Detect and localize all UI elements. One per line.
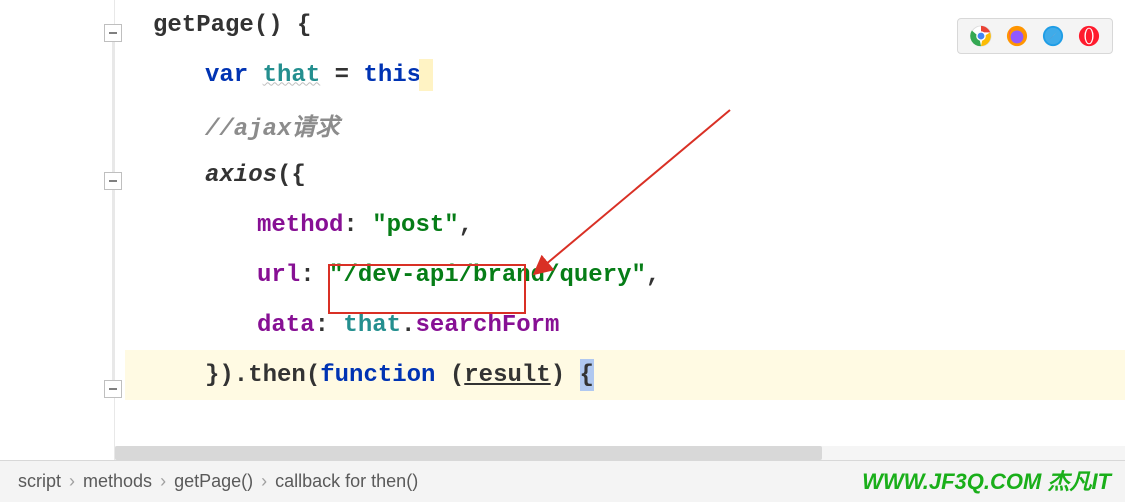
fold-guide-line xyxy=(112,42,114,172)
code-comment: //ajax请求 xyxy=(205,107,339,143)
code-punct: () { xyxy=(254,12,312,39)
code-punct: { xyxy=(580,362,594,389)
method-then: then xyxy=(248,362,306,389)
code-punct: ( xyxy=(306,362,320,389)
property-key: url xyxy=(257,262,300,289)
chevron-right-icon: › xyxy=(160,471,166,492)
property-key: data xyxy=(257,312,315,339)
safari-icon[interactable] xyxy=(1042,25,1064,47)
editor-gutter xyxy=(0,0,115,460)
property-key: method xyxy=(257,212,343,239)
breadcrumb-item[interactable]: callback for then() xyxy=(275,471,418,492)
browser-icons-toolbar xyxy=(957,18,1113,54)
scrollbar-thumb[interactable] xyxy=(115,446,822,460)
breadcrumb-item[interactable]: script xyxy=(18,471,61,492)
breadcrumb-item[interactable]: getPage() xyxy=(174,471,253,492)
scrollbar-horizontal[interactable] xyxy=(115,446,1125,460)
firefox-icon[interactable] xyxy=(1006,25,1028,47)
code-punct: : xyxy=(300,262,329,289)
function-call: axios xyxy=(205,162,277,189)
code-punct: ) xyxy=(551,362,580,389)
code-punct: ( xyxy=(450,362,464,389)
chevron-right-icon: › xyxy=(69,471,75,492)
code-content[interactable]: getPage() { var that = this //ajax请求 axi… xyxy=(115,0,1125,400)
code-punct: }). xyxy=(205,362,248,389)
code-line[interactable]: data: that.searchForm xyxy=(125,300,1125,350)
chrome-icon[interactable] xyxy=(970,25,992,47)
code-editor[interactable]: getPage() { var that = this //ajax请求 axi… xyxy=(0,0,1125,460)
keyword-function: function xyxy=(320,362,435,389)
code-punct: = xyxy=(320,62,363,89)
code-punct: . xyxy=(401,312,415,339)
string-literal: "/dev-api/brand/query" xyxy=(329,262,646,289)
code-punct: , xyxy=(459,212,473,239)
watermark-text: WWW.JF3Q.COM 杰凡IT xyxy=(862,464,1111,496)
method-name: getPage xyxy=(153,12,254,39)
keyword-var: var xyxy=(205,62,248,89)
code-line[interactable]: method: "post", xyxy=(125,200,1125,250)
fold-guide-line xyxy=(112,190,114,380)
chevron-right-icon: › xyxy=(261,471,267,492)
code-line[interactable]: var that = this xyxy=(125,50,1125,100)
code-line[interactable]: axios({ xyxy=(125,150,1125,200)
keyword-this: this xyxy=(363,62,421,89)
cursor-highlight xyxy=(419,59,433,91)
code-line-active[interactable]: }).then(function (result) { xyxy=(125,350,1125,400)
identifier: that xyxy=(263,62,321,89)
string-literal: "post" xyxy=(372,212,458,239)
identifier: that xyxy=(343,312,401,339)
parameter: result xyxy=(464,362,550,389)
code-punct: : xyxy=(315,312,344,339)
code-punct: , xyxy=(646,262,660,289)
code-punct: : xyxy=(343,212,372,239)
code-line[interactable]: url: "/dev-api/brand/query", xyxy=(125,250,1125,300)
opera-icon[interactable] xyxy=(1078,25,1100,47)
code-punct: ({ xyxy=(277,162,306,189)
property-access: searchForm xyxy=(415,312,559,339)
code-line[interactable]: //ajax请求 xyxy=(125,100,1125,150)
breadcrumb-item[interactable]: methods xyxy=(83,471,152,492)
